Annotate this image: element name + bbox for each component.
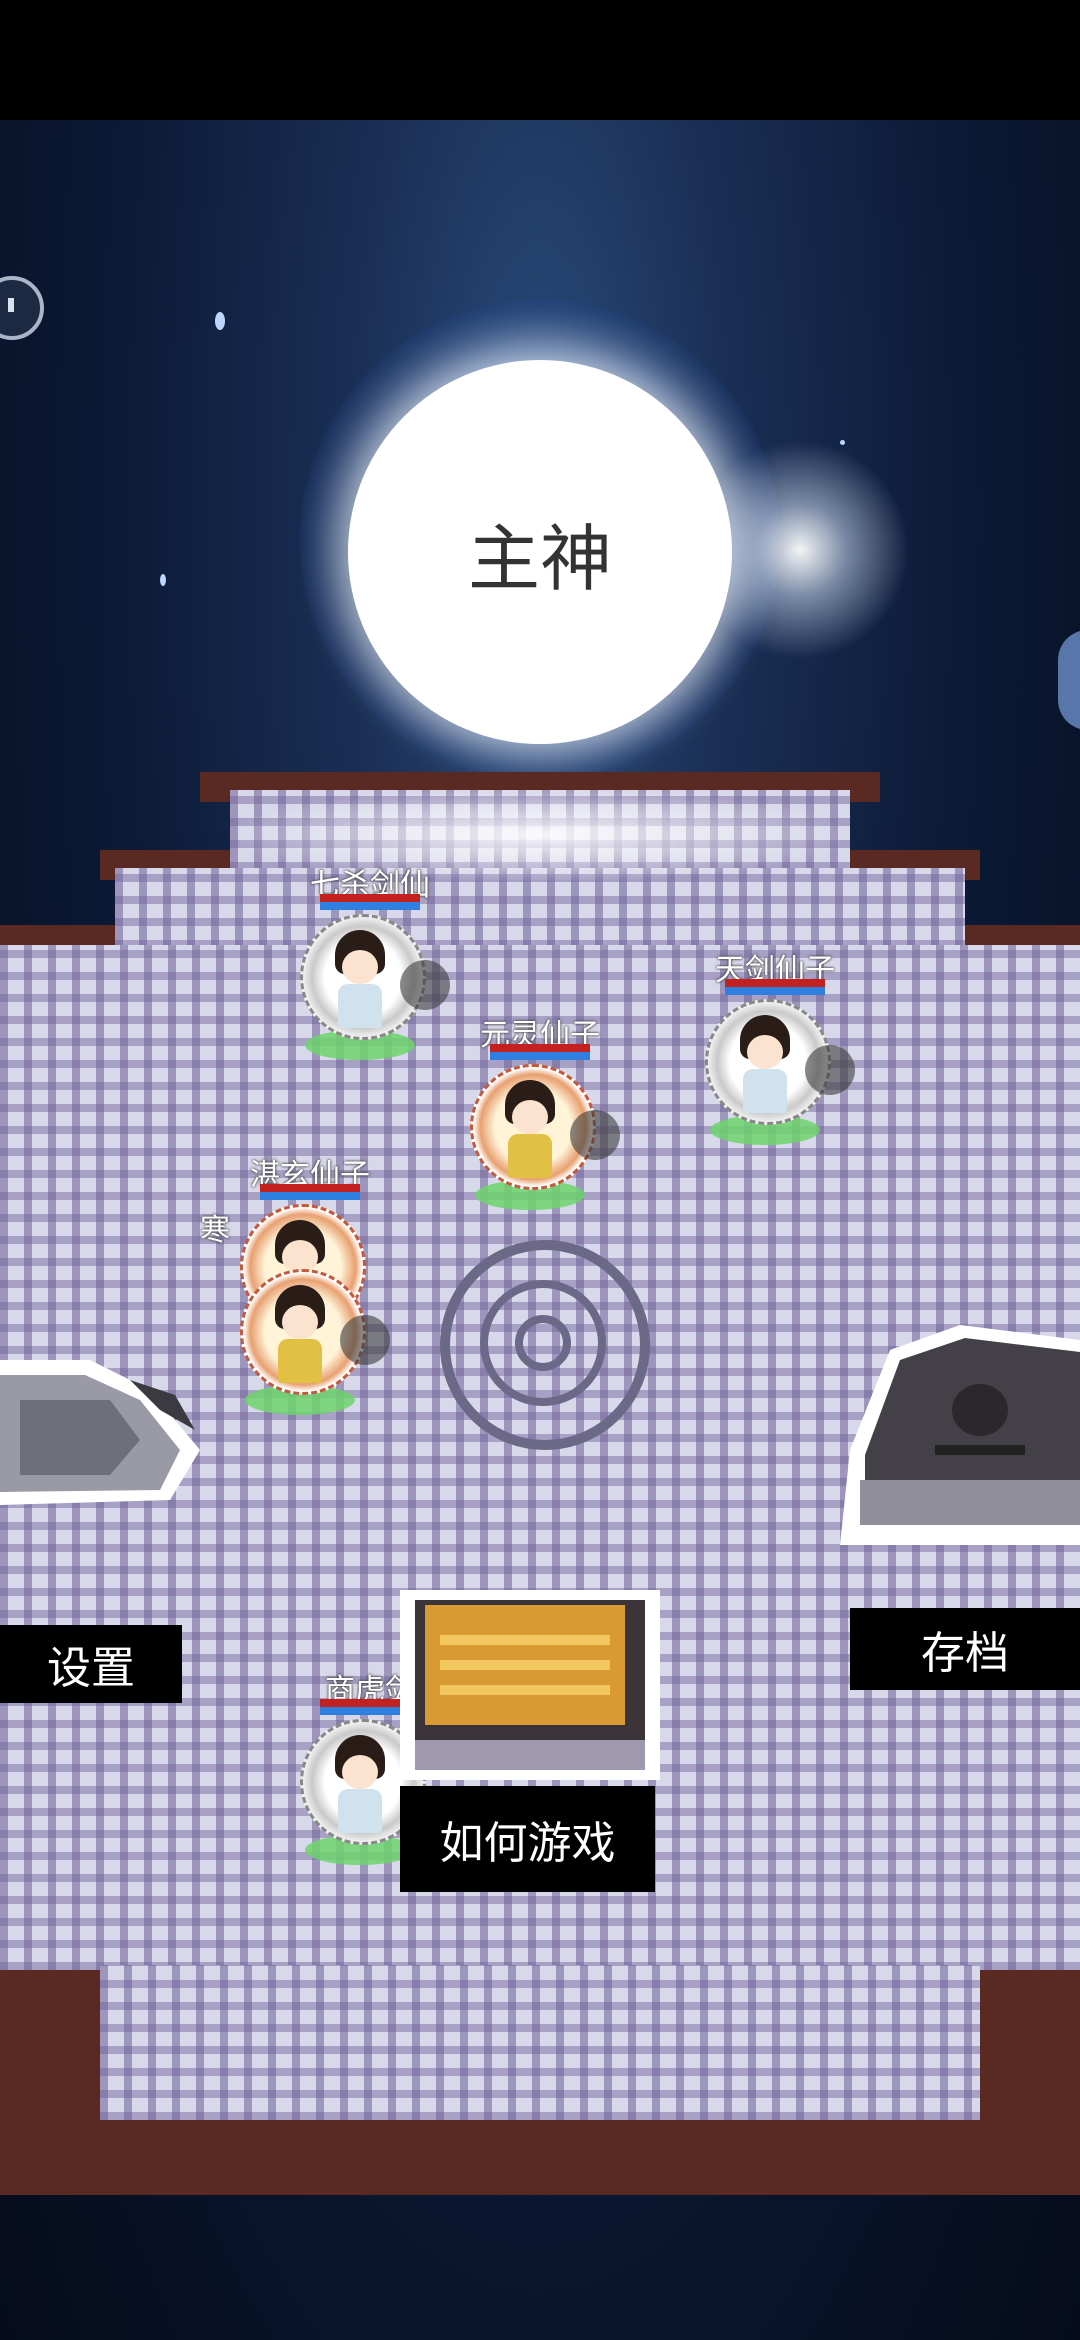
side-orb — [1058, 630, 1080, 730]
smoke-effect — [400, 960, 450, 1010]
board-surface — [115, 868, 965, 948]
character[interactable]: 元灵仙子 — [470, 1018, 620, 1220]
board-surface — [100, 1965, 980, 2120]
hp-bar — [725, 979, 825, 987]
mp-bar — [490, 1052, 590, 1060]
character[interactable]: 天剑仙子 — [705, 953, 855, 1155]
target-marker-center — [515, 1315, 571, 1371]
smoke-effect — [805, 1045, 855, 1095]
settings-statue-icon[interactable] — [0, 1340, 210, 1520]
robe — [278, 1339, 322, 1383]
hp-bar — [490, 1044, 590, 1052]
settings-button[interactable]: 设置 — [0, 1625, 182, 1703]
how-to-play-button[interactable]: 如何游戏 — [400, 1786, 655, 1892]
face — [282, 1305, 318, 1339]
help-board-icon[interactable] — [400, 1590, 660, 1780]
face — [342, 1755, 378, 1789]
robe — [508, 1134, 552, 1178]
robe — [338, 984, 382, 1028]
face — [342, 950, 378, 984]
star — [840, 440, 845, 445]
save-button[interactable]: 存档 — [850, 1608, 1080, 1690]
how-to-play-label: 如何游戏 — [439, 1818, 616, 1869]
star — [160, 574, 166, 586]
star — [215, 312, 225, 330]
main-god-button[interactable]: 主神 — [348, 360, 732, 744]
robe — [338, 1789, 382, 1833]
face — [512, 1100, 548, 1134]
mp-bar — [260, 1192, 360, 1200]
face — [747, 1035, 783, 1069]
robe — [743, 1069, 787, 1113]
smoke-effect — [570, 1110, 620, 1160]
save-label: 存档 — [921, 1628, 1009, 1679]
settings-label: 设置 — [47, 1643, 135, 1694]
main-god-label: 主神 — [467, 516, 612, 601]
character[interactable]: 寒 — [200, 1213, 390, 1425]
mp-bar — [725, 987, 825, 995]
mp-bar — [320, 902, 420, 910]
hp-bar — [260, 1184, 360, 1192]
character-name: 寒 — [200, 1213, 230, 1248]
smoke-effect — [340, 1315, 390, 1365]
save-altar-icon[interactable] — [830, 1320, 1080, 1550]
status-bar — [0, 0, 1080, 120]
character[interactable]: 七杀剑仙 — [300, 868, 450, 1070]
hp-bar — [320, 894, 420, 902]
